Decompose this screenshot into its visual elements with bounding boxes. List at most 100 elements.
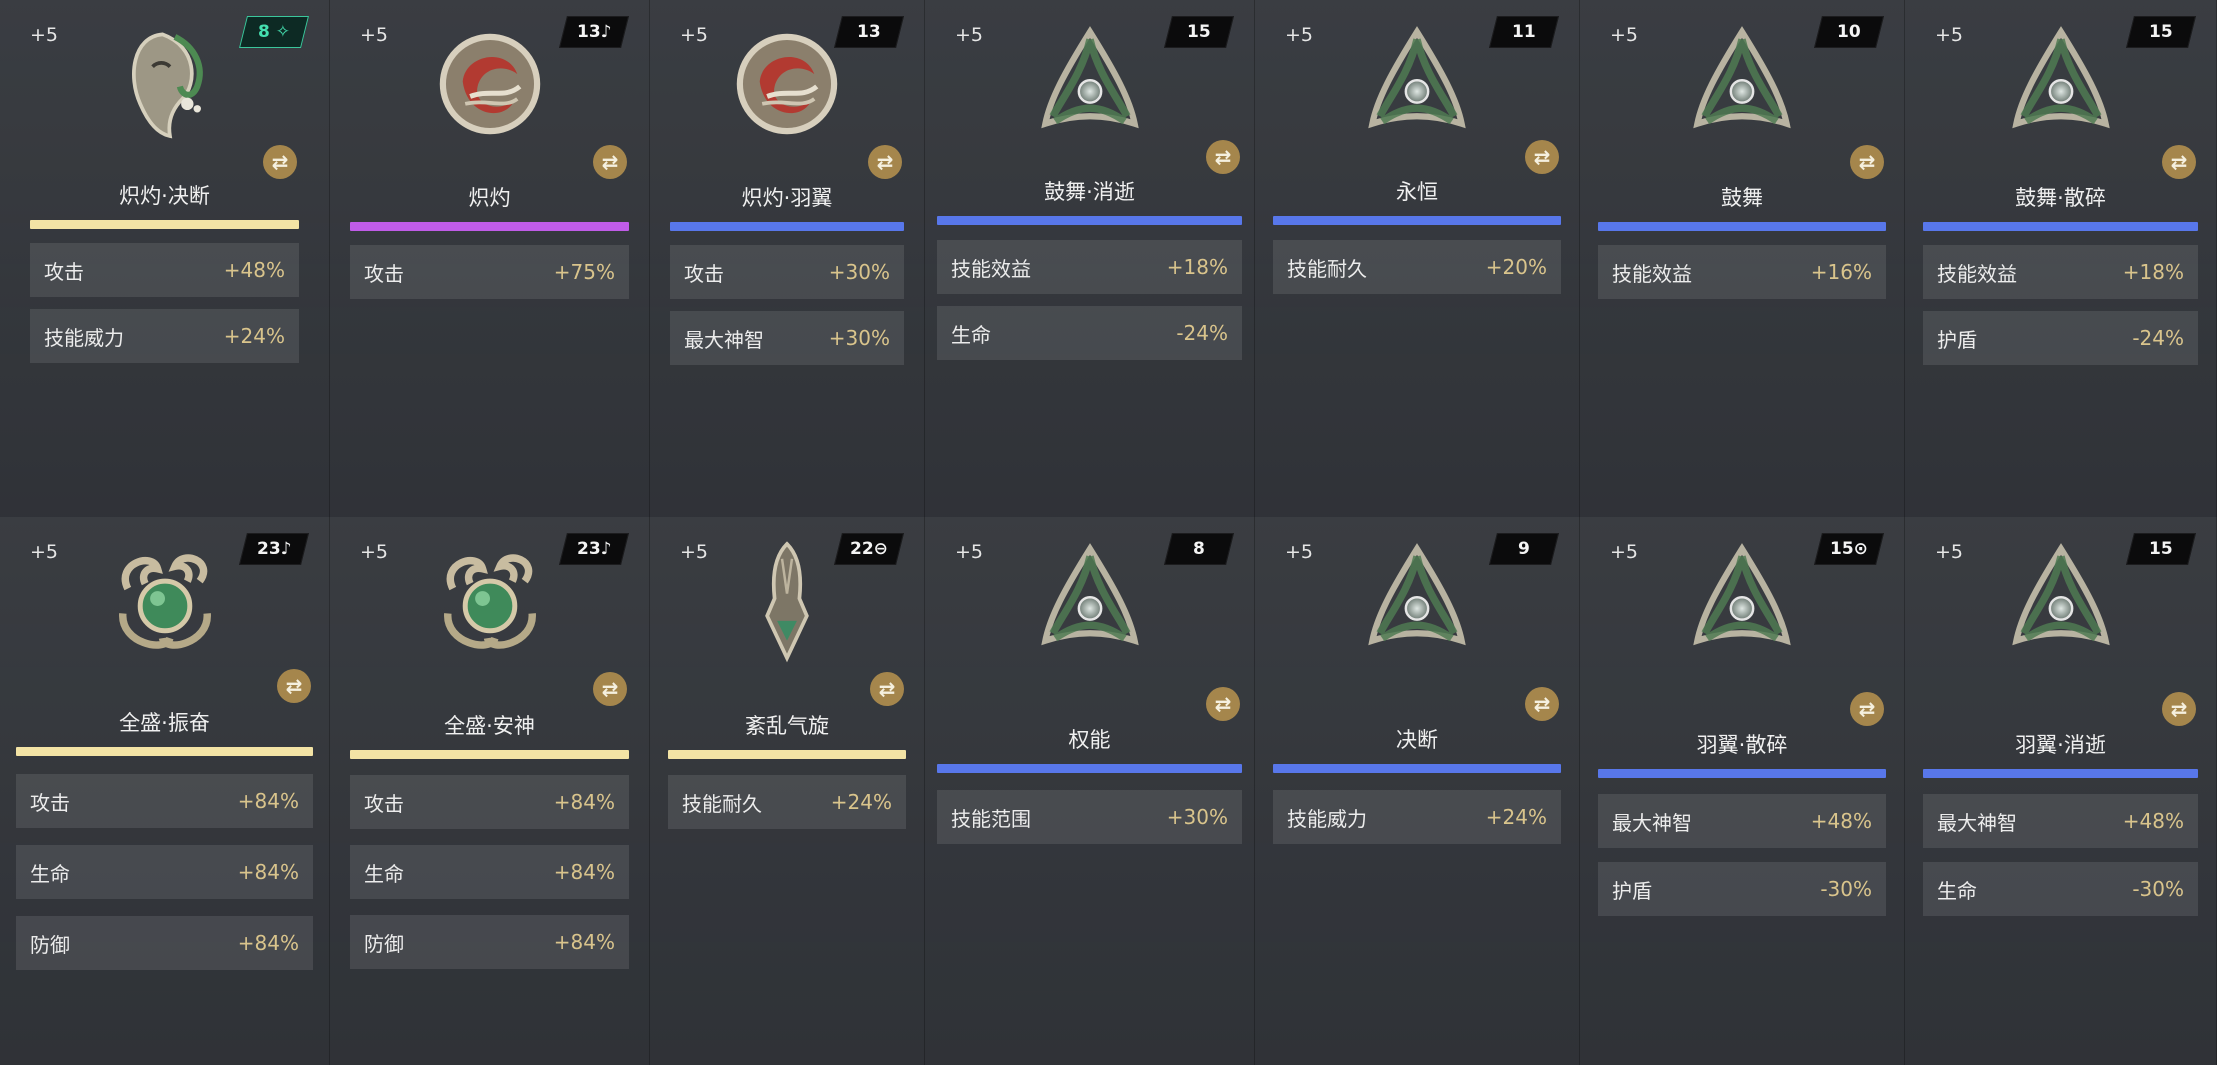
swap-icon[interactable]: ⇄ bbox=[1525, 140, 1559, 174]
stat-row: 攻击 +84% bbox=[350, 775, 629, 829]
relic-name: 权能 bbox=[1068, 728, 1111, 752]
relic-name: 紊乱气旋 bbox=[745, 714, 829, 738]
cost-badge: 23♪ bbox=[239, 533, 309, 565]
cost-badge-value: 15⊙ bbox=[1830, 539, 1868, 559]
stat-row: 最大神智 +48% bbox=[1923, 794, 2198, 848]
triquetra-icon bbox=[1999, 22, 2123, 146]
cost-badge: 8 bbox=[1164, 533, 1234, 565]
rarity-bar bbox=[937, 216, 1242, 225]
stat-value: +84% bbox=[237, 860, 299, 884]
stat-row: 攻击 +84% bbox=[16, 774, 313, 828]
cost-badge: 23♪ bbox=[559, 533, 629, 565]
stat-label: 技能效益 bbox=[951, 256, 1031, 281]
relic-level: +5 bbox=[1285, 541, 1314, 563]
serpent-orb-icon bbox=[103, 539, 227, 663]
relic-card[interactable]: +5 9 ⇄ 决断 技能威力 +24% bbox=[1255, 517, 1580, 1065]
cost-badge-value: 8 bbox=[1193, 539, 1205, 559]
swirl-icon bbox=[428, 22, 552, 146]
relic-card[interactable]: +5 15 ⇄ 羽翼·消逝 最大神智 +48% 生命 -30% bbox=[1905, 517, 2217, 1065]
stat-value: +84% bbox=[237, 789, 299, 813]
relic-level: +5 bbox=[1285, 24, 1314, 46]
stat-value: -24% bbox=[2132, 326, 2184, 350]
relic-name: 鼓舞·消逝 bbox=[1044, 180, 1135, 204]
stat-row: 技能耐久 +24% bbox=[668, 775, 906, 829]
stat-value: +18% bbox=[2122, 260, 2184, 284]
swap-icon[interactable]: ⇄ bbox=[1850, 692, 1884, 726]
stat-value: +30% bbox=[828, 260, 890, 284]
relic-card[interactable]: +5 22⊖ ⇄ 紊乱气旋 技能耐久 +24% bbox=[650, 517, 925, 1065]
relic-card[interactable]: +5 23♪ ⇄ 全盛·安神 攻击 +84% 生命 +84% 防御 +84% bbox=[330, 517, 650, 1065]
relic-card[interactable]: +5 23♪ ⇄ 全盛·振奋 攻击 +84% 生命 +84% 防御 +84% bbox=[0, 517, 330, 1065]
swap-icon[interactable]: ⇄ bbox=[870, 672, 904, 706]
swap-icon[interactable]: ⇄ bbox=[1206, 687, 1240, 721]
relic-card[interactable]: +5 13♪ ⇄ 炽灼 攻击 +75% bbox=[330, 0, 650, 517]
relic-card[interactable]: +5 15 ⇄ 鼓舞·散碎 技能效益 +18% 护盾 -24% bbox=[1905, 0, 2217, 517]
relic-card[interactable]: +5 11 ⇄ 永恒 技能耐久 +20% bbox=[1255, 0, 1580, 517]
stat-value: +24% bbox=[830, 790, 892, 814]
stat-label: 防御 bbox=[30, 932, 70, 957]
stat-label: 防御 bbox=[364, 931, 404, 956]
relic-level: +5 bbox=[360, 24, 389, 46]
swap-icon[interactable]: ⇄ bbox=[277, 669, 311, 703]
relic-level: +5 bbox=[680, 541, 709, 563]
cost-badge: 9 bbox=[1489, 533, 1559, 565]
relic-card[interactable]: +5 8 ⇄ 权能技能范围 +30% bbox=[925, 517, 1255, 1065]
cost-badge: 8 ✧ bbox=[239, 16, 309, 48]
stat-label: 护盾 bbox=[1937, 327, 1977, 352]
cost-badge: 15 bbox=[1164, 16, 1234, 48]
stat-label: 攻击 bbox=[684, 261, 724, 286]
stat-value: +84% bbox=[237, 931, 299, 955]
rarity-bar bbox=[670, 222, 904, 231]
stat-label: 生命 bbox=[364, 861, 404, 886]
relic-level: +5 bbox=[955, 541, 984, 563]
mask-icon bbox=[103, 22, 227, 146]
stat-label: 技能耐久 bbox=[682, 791, 762, 816]
stat-row: 护盾 -30% bbox=[1598, 862, 1886, 916]
stat-value: +48% bbox=[1810, 809, 1872, 833]
stat-label: 攻击 bbox=[364, 791, 404, 816]
swap-icon[interactable]: ⇄ bbox=[2162, 692, 2196, 726]
stat-row: 技能范围 +30% bbox=[937, 790, 1242, 844]
relic-card[interactable]: +5 13 ⇄ 炽灼·羽翼 攻击 +30% 最大神智 +30% bbox=[650, 0, 925, 517]
swap-icon[interactable]: ⇄ bbox=[593, 672, 627, 706]
swirl-icon bbox=[725, 22, 849, 146]
relic-name: 炽灼 bbox=[468, 186, 511, 210]
swap-icon[interactable]: ⇄ bbox=[593, 145, 627, 179]
triquetra-icon bbox=[1028, 22, 1152, 146]
cost-badge-value: 23♪ bbox=[576, 539, 612, 559]
rarity-bar bbox=[1598, 769, 1886, 778]
relic-card[interactable]: +5 15 ⇄ 鼓舞·消逝 技能效益 +18% 生命 -24% bbox=[925, 0, 1255, 517]
stat-value: +75% bbox=[553, 260, 615, 284]
stat-label: 最大神智 bbox=[1612, 810, 1692, 835]
swap-icon[interactable]: ⇄ bbox=[1850, 145, 1884, 179]
triquetra-icon bbox=[1355, 539, 1479, 663]
swap-icon[interactable]: ⇄ bbox=[2162, 145, 2196, 179]
cost-badge-value: 15 bbox=[2149, 539, 2173, 559]
relic-level: +5 bbox=[360, 541, 389, 563]
stat-row: 技能耐久 +20% bbox=[1273, 240, 1561, 294]
swap-icon[interactable]: ⇄ bbox=[1525, 687, 1559, 721]
stat-row: 攻击 +30% bbox=[670, 245, 904, 299]
cost-badge: 15 bbox=[2126, 16, 2196, 48]
stat-row: 防御 +84% bbox=[16, 916, 313, 970]
cost-badge: 10 bbox=[1814, 16, 1884, 48]
swap-icon[interactable]: ⇄ bbox=[868, 145, 902, 179]
relic-card[interactable]: +5 8 ✧ ⇄ 炽灼·决断 攻击 +48% 技能威力 +24% bbox=[0, 0, 330, 517]
swap-icon[interactable]: ⇄ bbox=[263, 145, 297, 179]
relic-level: +5 bbox=[30, 24, 59, 46]
relic-card[interactable]: +5 15⊙ ⇄ 羽翼·散碎 最大神智 +48% 护盾 -30% bbox=[1580, 517, 1905, 1065]
relic-grid: +5 8 ✧ ⇄ 炽灼·决断 攻击 +48% 技能威力 +24% +5 13♪ ⇄ 炽灼 攻击 +75% +… bbox=[0, 0, 2217, 1065]
rarity-bar bbox=[1273, 764, 1561, 773]
rarity-bar bbox=[30, 220, 299, 229]
stat-row: 护盾 -24% bbox=[1923, 311, 2198, 365]
cost-badge-value: 13♪ bbox=[576, 22, 612, 42]
stat-label: 攻击 bbox=[44, 259, 84, 284]
stat-row: 生命 +84% bbox=[16, 845, 313, 899]
relic-name: 鼓舞 bbox=[1721, 186, 1763, 210]
rarity-bar bbox=[937, 764, 1242, 773]
stat-value: +84% bbox=[553, 790, 615, 814]
swap-icon[interactable]: ⇄ bbox=[1206, 140, 1240, 174]
stat-value: +24% bbox=[223, 324, 285, 348]
cost-badge-value: 15 bbox=[2149, 22, 2173, 42]
relic-card[interactable]: +5 10 ⇄ 鼓舞 技能效益 +16% bbox=[1580, 0, 1905, 517]
